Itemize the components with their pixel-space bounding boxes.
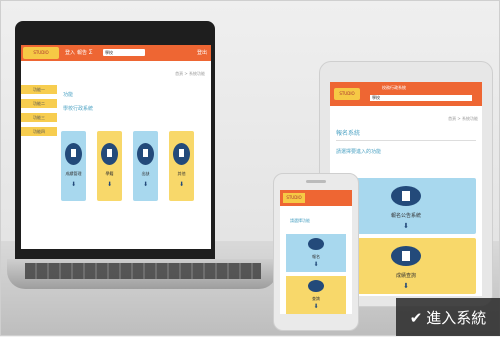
- sidebar-item[interactable]: 功能一: [21, 85, 57, 94]
- tablet-app-header: STUDIO 校務行政系統 學校: [330, 82, 482, 106]
- school-select[interactable]: 學校: [370, 95, 472, 101]
- arrow-down-icon: ⬇: [313, 261, 319, 268]
- sidebar-item[interactable]: 功能二: [21, 99, 57, 108]
- arrow-down-icon: ⬇: [106, 181, 113, 188]
- header-link[interactable]: 登入: [65, 49, 75, 56]
- document-icon: [391, 186, 421, 206]
- breadcrumb: 首頁 > 系統功能: [448, 116, 478, 121]
- sidebar-item[interactable]: 功能四: [21, 127, 57, 136]
- phone-speaker: [306, 180, 326, 183]
- card-label: 報名: [312, 254, 320, 259]
- section-subtitle: 學校行政系統: [63, 106, 94, 112]
- header-link[interactable]: ∑: [89, 49, 92, 55]
- document-icon: [391, 246, 421, 266]
- document-icon: [173, 143, 190, 165]
- laptop-app-logo: STUDIO: [23, 47, 59, 59]
- laptop-card-grid: 成績管理 ⬇ 學籍 ⬇ 出缺 ⬇ 其他 ⬇: [61, 131, 201, 203]
- phone-device: STUDIO 請選擇功能 報名 ⬇ 查詢 ⬇: [273, 173, 359, 331]
- document-icon: [308, 280, 324, 292]
- function-card[interactable]: 報名 ⬇: [286, 234, 346, 272]
- logout-link[interactable]: 登出: [197, 49, 207, 56]
- card-label: 學籍: [105, 171, 114, 176]
- breadcrumb: 首頁 > 系統功能: [175, 71, 205, 76]
- hero-image-frame: STUDIO 登入 報告 ∑ 學校 登出 首頁 > 系統功能 功能一 功能二 功…: [0, 0, 500, 336]
- laptop-keyboard: [25, 263, 261, 279]
- card-label: 查詢: [312, 296, 320, 301]
- enter-system-label: 進入系統: [426, 309, 487, 327]
- section-subtitle: 請選擇要進入的功能: [336, 149, 382, 155]
- card-label: 出缺: [141, 171, 150, 176]
- phone-subtitle: 請選擇功能: [290, 218, 310, 223]
- school-select[interactable]: 學校: [103, 49, 145, 56]
- phone-screen: STUDIO 請選擇功能 報名 ⬇ 查詢 ⬇: [280, 190, 352, 314]
- section-title: 報名系統: [336, 130, 361, 137]
- laptop-app-header: STUDIO 登入 報告 ∑ 學校 登出: [21, 45, 211, 61]
- tablet-app-logo: STUDIO: [334, 88, 360, 100]
- function-card[interactable]: 學籍 ⬇: [97, 131, 122, 201]
- card-label: 成績管理: [65, 171, 82, 176]
- function-card[interactable]: 查詢 ⬇: [286, 276, 346, 314]
- document-icon: [308, 238, 324, 250]
- function-card[interactable]: 成績管理 ⬇: [61, 131, 86, 201]
- divider: [336, 140, 476, 141]
- arrow-down-icon: ⬇: [313, 303, 319, 310]
- enter-system-button[interactable]: ✔ 進入系統: [396, 298, 500, 336]
- check-icon: ✔: [409, 309, 423, 327]
- laptop-sidebar: 功能一 功能二 功能三 功能四: [21, 85, 57, 141]
- document-icon: [101, 143, 118, 165]
- phone-app-header: STUDIO: [280, 190, 352, 206]
- laptop-screen: STUDIO 登入 報告 ∑ 學校 登出 首頁 > 系統功能 功能一 功能二 功…: [21, 45, 211, 249]
- function-card[interactable]: 其他 ⬇: [169, 131, 194, 201]
- card-label: 其他: [177, 171, 186, 176]
- phone-app-logo: STUDIO: [283, 193, 305, 203]
- arrow-down-icon: ⬇: [142, 181, 149, 188]
- arrow-down-icon: ⬇: [178, 181, 185, 188]
- function-card[interactable]: 出缺 ⬇: [133, 131, 158, 201]
- document-icon: [137, 143, 154, 165]
- arrow-down-icon: ⬇: [70, 181, 77, 188]
- section-title: 功能: [63, 92, 74, 98]
- sidebar-item[interactable]: 功能三: [21, 113, 57, 122]
- tablet-app-title: 校務行政系統: [382, 85, 406, 90]
- document-icon: [65, 143, 82, 165]
- header-link[interactable]: 報告: [77, 49, 87, 56]
